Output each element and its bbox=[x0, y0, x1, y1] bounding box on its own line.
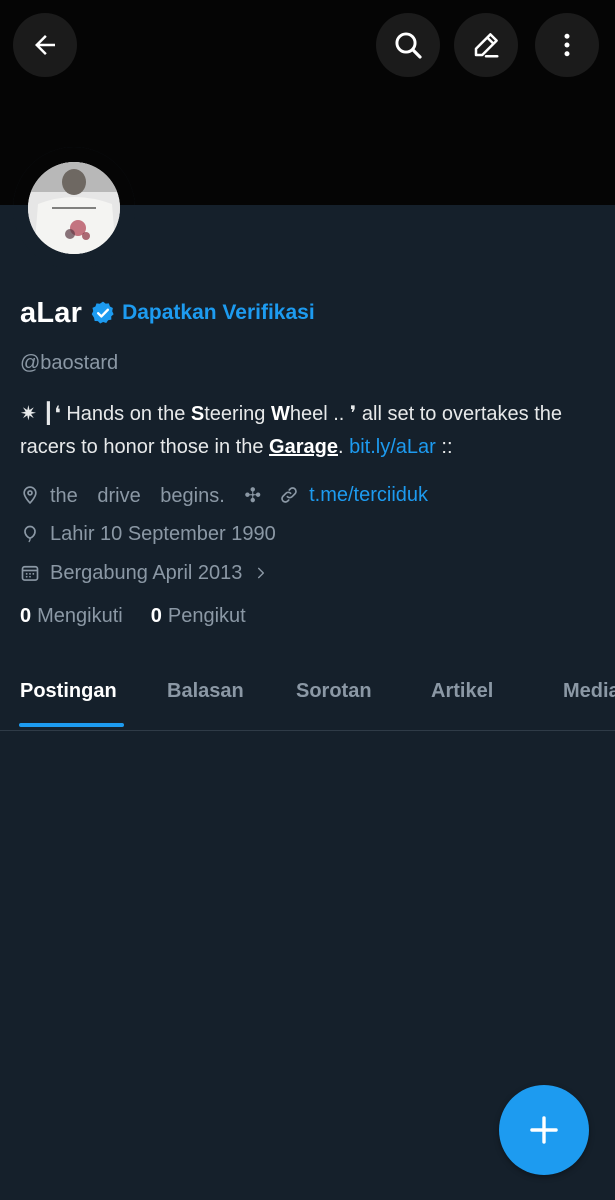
get-verified-link[interactable]: Dapatkan Verifikasi bbox=[122, 301, 315, 325]
profile-meta-location-row: the drive begins. ✣ t.me/terciiduk bbox=[20, 480, 428, 510]
tab-balasan[interactable]: Balasan bbox=[167, 680, 244, 703]
back-button[interactable] bbox=[13, 13, 77, 77]
search-icon bbox=[395, 32, 422, 59]
followers-stat[interactable]: 0 Pengikut bbox=[151, 605, 246, 628]
tab-postingan[interactable]: Postingan bbox=[20, 680, 117, 703]
edit-button[interactable] bbox=[454, 13, 518, 77]
profile-meta-birth-row: Lahir 10 September 1990 bbox=[20, 519, 276, 549]
profile-handle: @baostard bbox=[20, 352, 119, 374]
more-vertical-icon bbox=[564, 33, 570, 57]
bio-garage: Garage bbox=[269, 436, 338, 458]
profile-birthdate: Lahir 10 September 1990 bbox=[50, 522, 276, 545]
avatar-frame bbox=[13, 147, 135, 269]
bio-text: :: bbox=[435, 436, 453, 458]
compose-post-button[interactable] bbox=[499, 1085, 589, 1175]
profile-bio: ✷ ┃❛ Hands on the Steering Wheel .. ❜ al… bbox=[20, 398, 605, 464]
link-icon bbox=[281, 487, 297, 503]
avatar-image bbox=[28, 162, 120, 254]
bio-text: ✷ ┃❛ Hands on the bbox=[20, 403, 191, 425]
follow-stats: 0 Mengikuti 0 Pengikut bbox=[20, 605, 246, 628]
following-label: Mengikuti bbox=[37, 605, 123, 627]
bio-text: teering bbox=[204, 403, 271, 425]
profile-tabs: Postingan Balasan Sorotan Artikel Media bbox=[0, 660, 615, 731]
more-options-button[interactable] bbox=[535, 13, 599, 77]
profile-website-link[interactable]: t.me/terciiduk bbox=[309, 484, 428, 507]
calendar-icon bbox=[21, 565, 39, 581]
followers-label: Pengikut bbox=[167, 605, 246, 627]
plus-icon bbox=[530, 1116, 558, 1144]
arrow-left-icon bbox=[35, 35, 55, 55]
search-button[interactable] bbox=[376, 13, 440, 77]
active-tab-indicator bbox=[19, 723, 124, 727]
bio-bold-w: W bbox=[270, 403, 290, 425]
following-stat[interactable]: 0 Mengikuti bbox=[20, 605, 123, 628]
bio-link[interactable]: bit.ly/aLar bbox=[349, 436, 436, 458]
tab-sorotan[interactable]: Sorotan bbox=[296, 680, 372, 703]
profile-joined-date: Bergabung April 2013 bbox=[50, 561, 243, 584]
following-count: 0 bbox=[20, 605, 32, 627]
chevron-right-icon bbox=[258, 567, 265, 579]
profile-page: aLar Dapatkan Verifikasi @baostard ✷ ┃❛ … bbox=[0, 0, 615, 1200]
location-pin-icon bbox=[23, 486, 37, 505]
pencil-icon bbox=[474, 33, 499, 58]
tab-artikel[interactable]: Artikel bbox=[431, 680, 493, 703]
bio-bold-s: S bbox=[190, 403, 205, 425]
bio-text: . bbox=[337, 436, 350, 458]
profile-location: the drive begins. ✣ bbox=[50, 484, 262, 507]
profile-name-row: aLar Dapatkan Verifikasi bbox=[20, 293, 315, 333]
balloon-icon bbox=[24, 525, 36, 543]
avatar[interactable] bbox=[28, 162, 120, 254]
profile-meta-joined-row[interactable]: Bergabung April 2013 bbox=[20, 558, 278, 588]
followers-count: 0 bbox=[150, 605, 162, 627]
tab-media[interactable]: Media bbox=[563, 680, 615, 703]
verified-badge-icon bbox=[91, 301, 114, 324]
display-name: aLar bbox=[20, 296, 83, 329]
